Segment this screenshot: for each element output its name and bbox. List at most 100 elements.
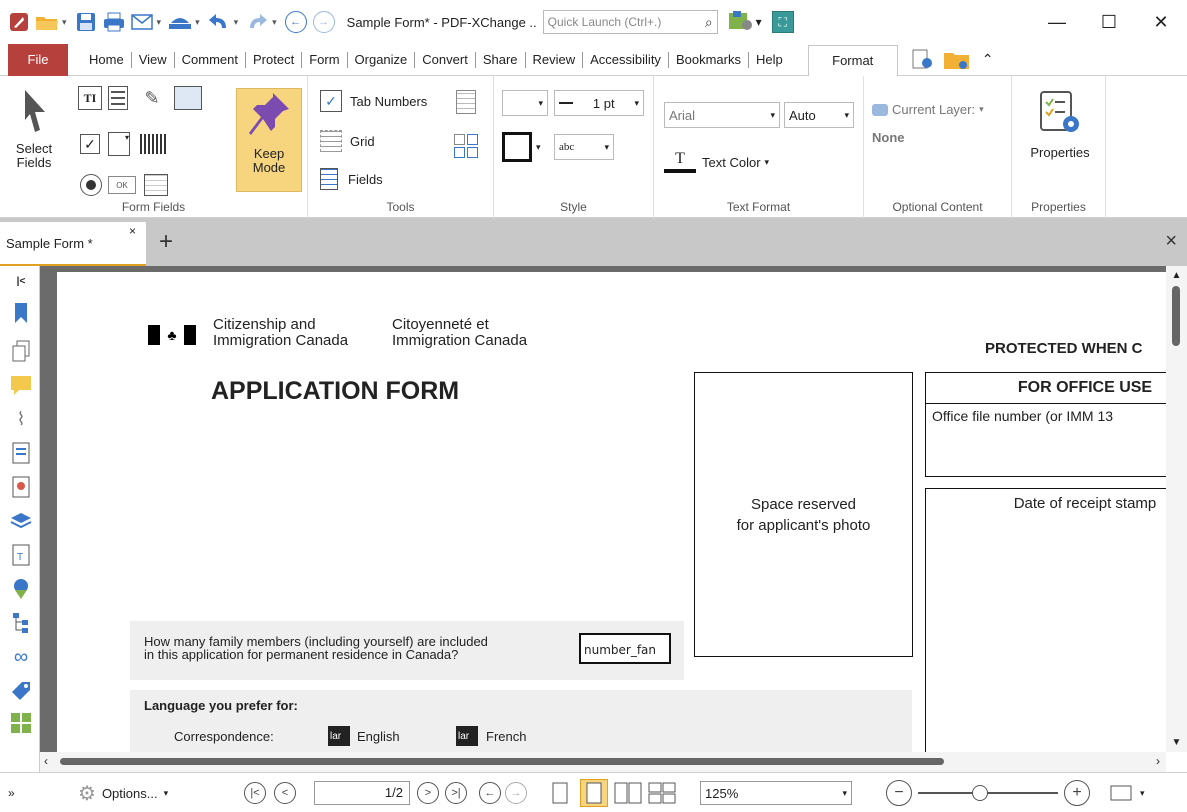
tab-form[interactable]: Form <box>302 51 348 68</box>
redo-icon[interactable] <box>244 9 270 35</box>
page-number-value[interactable]: 1/2 <box>314 781 410 805</box>
tab-format[interactable]: Format <box>807 44 898 77</box>
tab-view[interactable]: View <box>132 51 175 68</box>
fit-page-button[interactable] <box>1110 773 1132 812</box>
links-icon[interactable]: ∞ <box>10 646 32 668</box>
tab-organize[interactable]: Organize <box>348 51 416 68</box>
keep-mode-button[interactable]: Keep Mode <box>236 88 302 192</box>
new-tab-button[interactable]: + <box>152 228 180 256</box>
print-icon[interactable] <box>101 9 127 35</box>
horizontal-scrollbar[interactable]: ‹ › <box>40 752 1166 772</box>
signature-tool-icon[interactable]: ✎ <box>138 86 166 110</box>
email-dropdown-icon[interactable]: ▾ <box>157 17 162 28</box>
collapse-ribbon-icon[interactable]: ⌃ <box>982 51 994 68</box>
zoom-select[interactable]: 125% ▾ <box>700 773 852 812</box>
zoom-slider[interactable] <box>918 773 1058 812</box>
forward-icon[interactable]: → <box>311 9 337 35</box>
text-color-button[interactable]: T Text Color ▾ <box>664 151 769 173</box>
close-button[interactable]: ✕ <box>1135 0 1187 44</box>
tab-help[interactable]: Help <box>749 52 790 68</box>
list-box-tool-icon[interactable] <box>108 86 128 110</box>
tab-file[interactable]: File <box>8 43 68 76</box>
fill-color-picker[interactable]: ▾ <box>502 90 548 116</box>
page-number-input[interactable]: 1/2 <box>314 773 410 812</box>
settings-icon[interactable] <box>728 10 754 35</box>
zoom-out-button[interactable]: − <box>886 773 912 812</box>
continuous-page-button[interactable] <box>580 773 608 812</box>
single-page-button[interactable] <box>552 773 568 812</box>
undo-dropdown-icon[interactable]: ▾ <box>234 17 239 28</box>
vertical-scroll-thumb[interactable] <box>1172 286 1180 346</box>
layers-panel-icon[interactable] <box>10 510 32 532</box>
radio-button-tool-icon[interactable] <box>80 174 102 196</box>
document-tab[interactable]: Sample Form * × <box>0 222 146 266</box>
horizontal-scroll-thumb[interactable] <box>60 758 944 765</box>
destinations-icon[interactable] <box>10 578 32 600</box>
distribute-icon[interactable] <box>454 134 478 158</box>
french-checkbox[interactable]: lar <box>456 726 478 746</box>
maximize-button[interactable]: ☐ <box>1083 0 1135 44</box>
zoom-in-button[interactable]: + <box>1064 773 1090 812</box>
document-view[interactable]: ♣ Citizenship and Immigration Canada Cit… <box>40 266 1166 752</box>
fields-button[interactable]: Fields <box>320 168 383 190</box>
minimize-button[interactable]: — <box>1031 0 1083 44</box>
tab-comment[interactable]: Comment <box>175 51 246 68</box>
tab-convert[interactable]: Convert <box>415 51 476 68</box>
previous-page-button[interactable]: < <box>274 773 296 812</box>
scroll-up-icon[interactable]: ▲ <box>1166 266 1187 281</box>
quick-launch-search[interactable]: Quick Launch (Ctrl+.) ⌕ <box>542 10 718 34</box>
previous-view-button[interactable]: ← <box>479 773 501 812</box>
app-logo-icon[interactable] <box>6 9 32 35</box>
tags-panel-icon[interactable]: T <box>10 544 32 566</box>
collapse-first-icon[interactable]: |< <box>10 270 32 292</box>
tab-protect[interactable]: Protect <box>246 51 303 68</box>
open-folder-icon[interactable] <box>34 9 60 35</box>
zoom-slider-thumb[interactable] <box>972 785 988 801</box>
bookmarks-icon[interactable] <box>10 302 32 324</box>
number-family-field[interactable]: number_fan <box>579 633 671 664</box>
facing-pages-button[interactable] <box>614 773 642 812</box>
border-color-picker[interactable]: ▾ <box>502 130 548 164</box>
undo-icon[interactable] <box>206 9 232 35</box>
font-select[interactable]: Arial ▾ <box>664 102 780 128</box>
back-icon[interactable]: ← <box>283 9 309 35</box>
tab-review[interactable]: Review <box>526 51 584 68</box>
tab-bookmarks[interactable]: Bookmarks <box>669 51 749 68</box>
scroll-right-icon[interactable]: › <box>1156 754 1160 768</box>
checkbox-tool-icon[interactable]: ✓ <box>80 134 100 154</box>
find-icon[interactable] <box>910 47 936 73</box>
line-width-select[interactable]: 1 pt ▾ <box>554 90 644 116</box>
close-tab-icon[interactable]: × <box>129 224 136 238</box>
tab-share[interactable]: Share <box>476 51 526 68</box>
options-button[interactable]: ⚙ Options... ▾ <box>78 773 168 812</box>
image-tool-icon[interactable] <box>174 86 202 110</box>
button-tool-icon[interactable]: OK <box>108 176 136 194</box>
grid-button[interactable]: Grid <box>320 130 375 152</box>
vertical-scrollbar[interactable]: ▲ ▼ <box>1166 266 1187 752</box>
date-field-tool-icon[interactable] <box>144 174 168 196</box>
settings-dropdown-icon[interactable]: ▾ <box>756 15 762 29</box>
scroll-left-icon[interactable]: ‹ <box>44 754 48 768</box>
content-tree-icon[interactable] <box>10 612 32 634</box>
save-icon[interactable] <box>73 9 99 35</box>
scan-icon[interactable] <box>167 9 193 35</box>
close-document-button[interactable]: × <box>1165 230 1177 253</box>
tag-icon[interactable] <box>10 680 32 702</box>
signatures-icon[interactable] <box>10 476 32 498</box>
continuous-facing-button[interactable] <box>648 773 676 812</box>
comments-icon[interactable] <box>10 374 32 396</box>
thumbnails-icon[interactable] <box>10 340 32 362</box>
folder-icon[interactable] <box>942 47 972 73</box>
email-icon[interactable] <box>129 9 155 35</box>
scroll-down-icon[interactable]: ▼ <box>1166 737 1187 748</box>
tab-order-icon[interactable] <box>456 90 476 114</box>
next-page-button[interactable]: > <box>417 773 439 812</box>
font-size-select[interactable]: Auto ▾ <box>784 102 854 128</box>
tab-accessibility[interactable]: Accessibility <box>583 51 669 68</box>
english-checkbox[interactable]: lar <box>328 726 350 746</box>
barcode-tool-icon[interactable] <box>140 134 166 154</box>
last-page-button[interactable]: >| <box>445 773 467 812</box>
scan-dropdown-icon[interactable]: ▾ <box>195 17 200 28</box>
redo-dropdown-icon[interactable]: ▾ <box>272 17 277 28</box>
select-fields-button[interactable]: Select Fields <box>6 86 62 170</box>
